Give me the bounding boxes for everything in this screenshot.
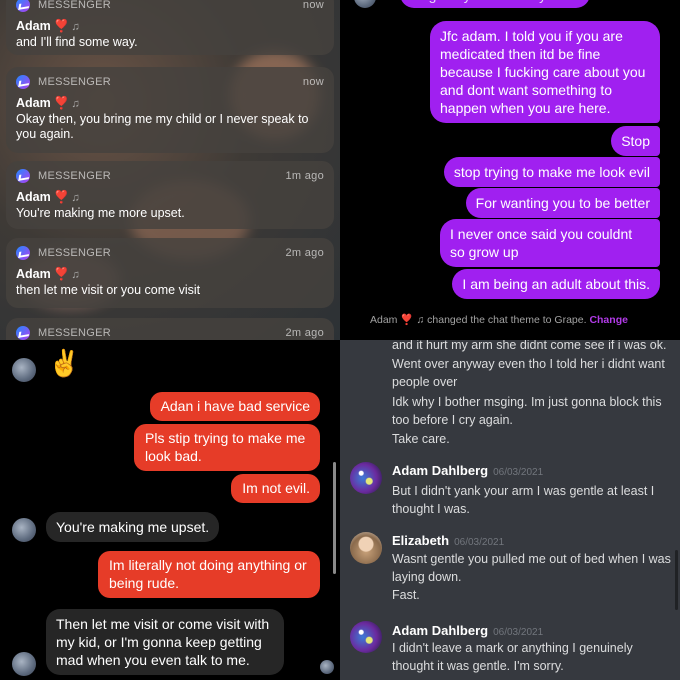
notification-time: now [302, 76, 324, 88]
message-bubble-sent[interactable]: To get my child from you. [400, 0, 590, 8]
message-line: I didn't leave a mark or anything I genu… [392, 641, 633, 673]
message-bubble-sent[interactable]: stop trying to make me look evil [443, 157, 660, 187]
notification-sender: Adam [16, 96, 51, 110]
notification-sender: Adam [16, 267, 51, 281]
notification-sender: Adam [16, 190, 51, 204]
theme-note-author: Adam [370, 314, 398, 326]
user-avatar[interactable] [350, 462, 382, 494]
notification-app-name: MESSENGER [38, 247, 111, 259]
heart-exclamation-icon: ❣️ [53, 190, 70, 204]
peace-hand-emoji: ✌️ [48, 348, 81, 378]
music-note-icon: ♫ [416, 314, 425, 326]
messenger-icon [16, 169, 30, 183]
notification-body: Okay then, you bring me my child or I ne… [16, 112, 309, 141]
contact-avatar [12, 518, 36, 542]
notification-app-name: MESSENGER [38, 76, 111, 88]
user-avatar[interactable] [350, 621, 382, 653]
notification-card[interactable]: MESSENGER 1m ago Adam ❣️ ♫ You're making m… [6, 161, 334, 229]
message-bubble-sent[interactable]: Pls stip trying to make me look bad. [134, 424, 320, 471]
messenger-icon [16, 75, 30, 89]
notification-body: and I'll find some way. [16, 35, 138, 49]
notification-sender: Adam [16, 19, 51, 33]
message-bubble-sent[interactable]: Im not evil. [231, 474, 320, 503]
message-line: Fast. [392, 588, 420, 602]
discord-chat-panel: and it hurt my arm she didnt come see if… [340, 340, 680, 680]
message-line: But I didn't yank your arm I was gentle … [392, 484, 655, 516]
change-theme-link[interactable]: Change [589, 314, 628, 326]
message-bubble-sent[interactable]: Stop [611, 126, 660, 156]
music-note-icon: ♫ [71, 21, 80, 33]
notification-app-name: MESSENGER [38, 0, 111, 11]
notification-body: You're making me more upset. [16, 206, 185, 220]
message-bubble-sent[interactable]: Im literally not doing anything or being… [98, 551, 320, 598]
heart-exclamation-icon: ❣️ [53, 267, 70, 281]
message-line: and it hurt my arm she didnt come see if… [392, 340, 667, 352]
message-author[interactable]: Adam Dahlberg [392, 623, 488, 638]
message-line: Take care. [392, 432, 450, 446]
notification-app-name: MESSENGER [38, 327, 111, 339]
heart-exclamation-icon: ❣️ [53, 19, 70, 33]
notification-card[interactable]: MESSENGER now Adam ❣️ ♫ Okay then, you bri… [6, 67, 334, 153]
heart-exclamation-icon: ❣️ [53, 96, 70, 110]
message-bubble-sent[interactable]: For wanting you to be better [465, 188, 660, 218]
message-bubble-sent[interactable]: Adan i have bad service [149, 392, 320, 421]
message-bubble-sent[interactable]: I never once said you couldnt so grow up [440, 219, 660, 267]
theme-note-text: changed the chat theme to Grape. [427, 314, 587, 326]
messenger-icon [16, 246, 30, 260]
messenger-icon [16, 326, 30, 340]
user-avatar[interactable] [350, 532, 382, 564]
scrollbar[interactable] [333, 462, 336, 574]
message-author[interactable]: Elizabeth [392, 533, 449, 548]
notification-card[interactable]: MESSENGER 2m ago [6, 318, 334, 340]
scrollbar[interactable] [675, 550, 678, 610]
message-line: Wasnt gentle you pulled me out of bed wh… [392, 552, 671, 584]
contact-avatar [354, 0, 376, 8]
music-note-icon: ♫ [71, 98, 80, 110]
notification-time: now [302, 0, 324, 11]
message-line: Idk why I bother msging. Im just gonna b… [392, 395, 662, 427]
message-bubble-sent[interactable]: I am being an adult about this. [452, 269, 660, 299]
message-bubble-received[interactable]: Then let me visit or come visit with my … [46, 609, 284, 675]
contact-avatar [12, 358, 36, 382]
notification-app-name: MESSENGER [38, 170, 111, 182]
notification-time: 2m ago [285, 247, 324, 259]
message-timestamp: 06/03/2021 [493, 627, 544, 638]
message-author[interactable]: Adam Dahlberg [392, 463, 488, 478]
message-timestamp: 06/03/2021 [454, 537, 505, 548]
message-bubble-sent[interactable]: Jfc adam. I told you if you are medicate… [430, 21, 660, 123]
grape-chat-panel: To get my child from you. Jfc adam. I to… [340, 0, 680, 340]
notification-card[interactable]: MESSENGER now Adam ❣️ ♫ and I'll find some… [6, 0, 334, 55]
notification-body: then let me visit or you come visit [16, 283, 201, 297]
messenger-icon [16, 0, 30, 12]
notification-time: 2m ago [285, 327, 324, 339]
music-note-icon: ♫ [71, 192, 80, 204]
notification-stack: MESSENGER now Adam ❣️ ♫ and I'll find some… [0, 0, 340, 340]
notification-card[interactable]: MESSENGER 2m ago Adam ❣️ ♫ then let me vis… [6, 238, 334, 308]
heart-exclamation-icon: ❣️ [400, 314, 414, 326]
theme-change-notice: Adam ❣️ ♫ changed the chat theme to Grap… [370, 313, 628, 326]
message-timestamp: 06/03/2021 [493, 467, 544, 478]
notification-time: 1m ago [285, 170, 324, 182]
red-chat-panel: ✌️ Adan i have bad service Pls stip tryi… [0, 340, 340, 680]
contact-avatar [12, 652, 36, 676]
message-line: Went over anyway even tho I told her i d… [392, 357, 665, 389]
music-note-icon: ♫ [71, 269, 80, 281]
read-receipt-avatar [320, 660, 334, 674]
message-bubble-received[interactable]: You're making me upset. [46, 512, 220, 542]
